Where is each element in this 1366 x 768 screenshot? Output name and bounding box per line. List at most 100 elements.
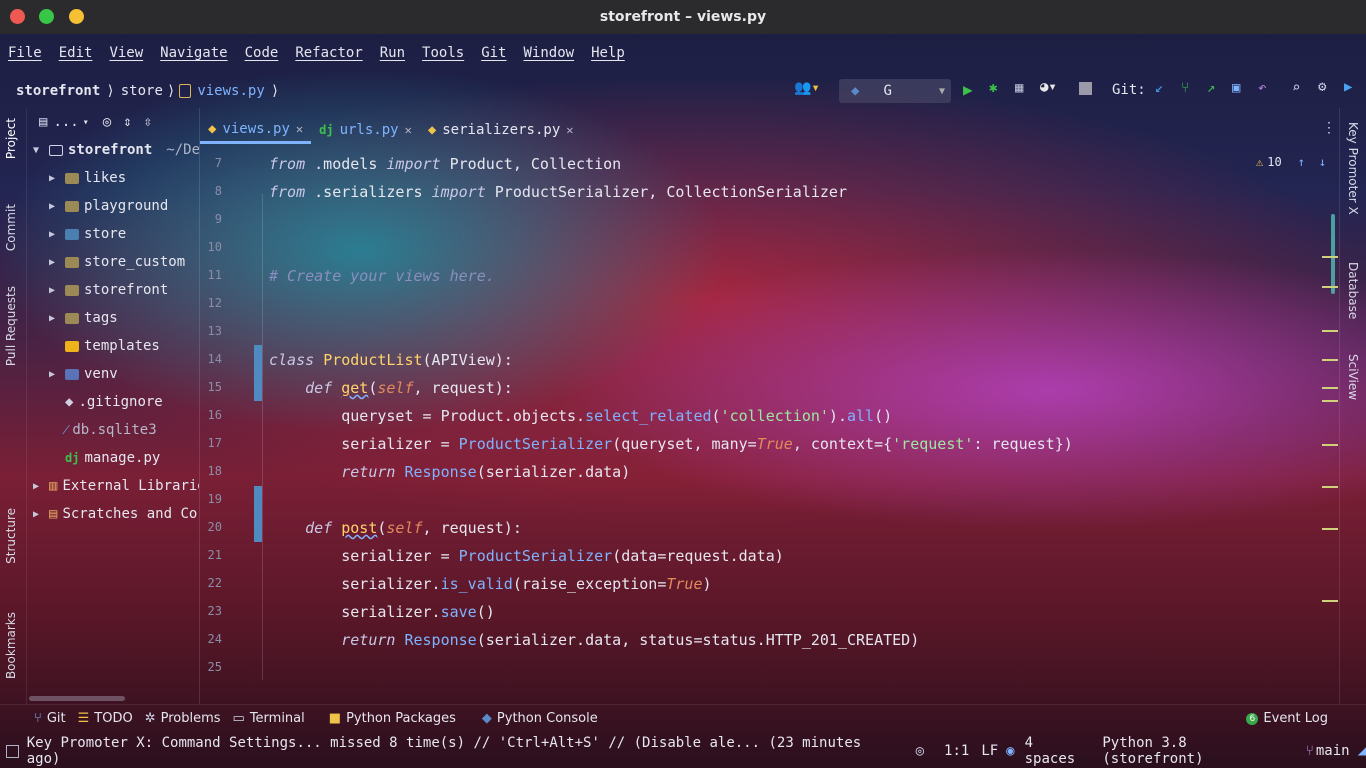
tree-item[interactable]: ⁄ db.sqlite3 bbox=[65, 416, 157, 444]
warning-marker[interactable] bbox=[1322, 387, 1338, 389]
vcs-change-marker[interactable] bbox=[254, 345, 262, 401]
chevron-down-icon[interactable]: ▾ bbox=[83, 117, 89, 128]
tool-terminal[interactable]: ▭ Terminal bbox=[233, 711, 305, 726]
warning-marker[interactable] bbox=[1322, 600, 1338, 602]
tool-tab-sciview[interactable]: SciView bbox=[1346, 354, 1360, 400]
maximize-window-button[interactable] bbox=[39, 9, 54, 24]
chevron-right-icon[interactable]: ▶ bbox=[33, 509, 43, 520]
more-options-icon[interactable]: ⋮ bbox=[1322, 120, 1336, 136]
tree-item[interactable]: ▶ playground bbox=[49, 192, 168, 220]
tree-item[interactable]: ▶ likes bbox=[49, 164, 126, 192]
menu-git[interactable]: Git bbox=[481, 45, 506, 61]
chevron-right-icon[interactable]: ▶ bbox=[49, 201, 59, 212]
git-branch[interactable]: main bbox=[1316, 743, 1350, 759]
close-icon[interactable]: ✕ bbox=[405, 123, 412, 137]
warning-marker[interactable] bbox=[1322, 286, 1338, 288]
warning-marker[interactable] bbox=[1322, 330, 1338, 332]
tab-serializers-py[interactable]: ◆ serializers.py ✕ bbox=[420, 116, 582, 144]
debug-icon[interactable]: ✱ bbox=[989, 80, 997, 96]
search-icon[interactable]: ⌕ bbox=[1292, 80, 1300, 96]
warning-marker[interactable] bbox=[1322, 359, 1338, 361]
run-icon[interactable]: ▶ bbox=[963, 80, 973, 99]
status-message[interactable]: Key Promoter X: Command Settings... miss… bbox=[27, 735, 882, 767]
menu-window[interactable]: Window bbox=[524, 45, 575, 61]
users-icon[interactable]: 👥▾ bbox=[794, 80, 820, 96]
caret-position[interactable]: 1:1 bbox=[944, 743, 969, 759]
indent-setting[interactable]: 4 spaces bbox=[1025, 735, 1091, 767]
eye-icon[interactable]: ◉ bbox=[1006, 743, 1014, 759]
tree-item[interactable]: templates bbox=[65, 332, 160, 360]
check-icon[interactable]: ◎ bbox=[916, 743, 924, 759]
chevron-right-icon[interactable]: ▶ bbox=[33, 481, 43, 492]
chevron-right-icon[interactable]: ▶ bbox=[49, 313, 59, 324]
tree-item[interactable]: ▶ store_custom bbox=[49, 248, 185, 276]
tree-item[interactable]: ▶ tags bbox=[49, 304, 118, 332]
menu-file[interactable]: File bbox=[8, 45, 42, 61]
tree-item[interactable]: ▶ store bbox=[49, 220, 126, 248]
tree-item[interactable]: ▶ venv bbox=[49, 360, 118, 388]
tree-root[interactable]: ▼ storefront ~/Des bbox=[33, 136, 199, 164]
close-window-button[interactable] bbox=[10, 9, 25, 24]
tree-item[interactable]: dj manage.py bbox=[65, 444, 160, 472]
git-commit-icon[interactable]: ⑂ bbox=[1181, 80, 1189, 96]
warning-marker[interactable] bbox=[1322, 486, 1338, 488]
breadcrumb-project[interactable]: storefront bbox=[16, 83, 100, 99]
interpreter[interactable]: Python 3.8 (storefront) bbox=[1102, 735, 1291, 767]
warning-marker[interactable] bbox=[1322, 528, 1338, 530]
tool-tab-project[interactable]: Project bbox=[4, 118, 18, 159]
tree-external-libraries[interactable]: ▶ ▥ External Librarie bbox=[33, 472, 199, 500]
chevron-right-icon[interactable]: ▶ bbox=[49, 369, 59, 380]
tool-tab-pull-requests[interactable]: Pull Requests bbox=[4, 286, 18, 366]
menu-run[interactable]: Run bbox=[380, 45, 405, 61]
tool-windows-toggle-icon[interactable] bbox=[6, 744, 19, 758]
tool-tab-bookmarks[interactable]: Bookmarks bbox=[4, 612, 18, 679]
close-icon[interactable]: ✕ bbox=[296, 122, 303, 136]
tool-todo[interactable]: ☰ TODO bbox=[78, 711, 133, 726]
git-push-icon[interactable]: ↗ bbox=[1207, 80, 1215, 96]
close-icon[interactable]: ✕ bbox=[566, 123, 573, 137]
menu-refactor[interactable]: Refactor bbox=[295, 45, 362, 61]
tree-item[interactable]: ◆ .gitignore bbox=[65, 388, 163, 416]
tool-tab-structure[interactable]: Structure bbox=[4, 508, 18, 564]
menu-edit[interactable]: Edit bbox=[59, 45, 93, 61]
chevron-right-icon[interactable]: ▶ bbox=[49, 285, 59, 296]
tree-item[interactable]: ▶ storefront bbox=[49, 276, 168, 304]
tab-urls-py[interactable]: dj urls.py ✕ bbox=[311, 116, 420, 144]
vertical-scrollbar-thumb[interactable] bbox=[1331, 214, 1335, 294]
warning-marker[interactable] bbox=[1322, 400, 1338, 402]
warning-marker[interactable] bbox=[1322, 256, 1338, 258]
chevron-right-icon[interactable]: ▶ bbox=[49, 257, 59, 268]
locate-icon[interactable]: ◎ bbox=[103, 114, 111, 130]
git-update-icon[interactable]: ↙ bbox=[1155, 80, 1163, 96]
tool-tab-commit[interactable]: Commit bbox=[4, 204, 18, 251]
profile-icon[interactable]: ◕▾ bbox=[1040, 79, 1057, 95]
line-separator[interactable]: LF bbox=[981, 743, 998, 759]
tool-event-log[interactable]: 6 Event Log bbox=[1246, 711, 1328, 726]
tool-python-console[interactable]: ◆ Python Console bbox=[482, 711, 598, 726]
tool-python-packages[interactable]: ■ Python Packages bbox=[329, 711, 456, 726]
chevron-right-icon[interactable]: ▶ bbox=[49, 229, 59, 240]
git-rollback-icon[interactable]: ↶ bbox=[1258, 80, 1266, 96]
coverage-icon[interactable]: ▦ bbox=[1015, 80, 1023, 96]
chevron-right-icon[interactable]: ▶ bbox=[49, 173, 59, 184]
expand-all-icon[interactable]: ⇕ bbox=[123, 114, 131, 130]
project-view-icon[interactable]: ▤ bbox=[39, 114, 47, 130]
breadcrumb-folder[interactable]: store bbox=[121, 83, 163, 99]
menu-tools[interactable]: Tools bbox=[422, 45, 464, 61]
gear-icon[interactable]: ⚙ bbox=[1318, 79, 1326, 95]
project-view-selector[interactable]: ... bbox=[53, 114, 78, 130]
vcs-change-marker[interactable] bbox=[254, 486, 262, 542]
menu-view[interactable]: View bbox=[109, 45, 143, 61]
tool-git[interactable]: ⑂ Git bbox=[34, 711, 66, 726]
chevron-down-icon[interactable]: ▼ bbox=[33, 145, 43, 156]
minimize-window-button[interactable] bbox=[69, 9, 84, 24]
breadcrumb-file[interactable]: views.py bbox=[197, 83, 264, 99]
tool-tab-key-promoter-x[interactable]: Key Promoter X bbox=[1346, 122, 1360, 215]
run-configuration-select[interactable]: ◆ G ▼ bbox=[839, 79, 951, 103]
menu-help[interactable]: Help bbox=[591, 45, 625, 61]
menu-code[interactable]: Code bbox=[245, 45, 279, 61]
collapse-all-icon[interactable]: ⇳ bbox=[144, 114, 152, 130]
tab-views-py[interactable]: ◆ views.py ✕ bbox=[200, 116, 312, 144]
stop-icon[interactable] bbox=[1079, 82, 1092, 95]
code-editor[interactable]: from .models import Product, Collection … bbox=[269, 150, 1329, 680]
